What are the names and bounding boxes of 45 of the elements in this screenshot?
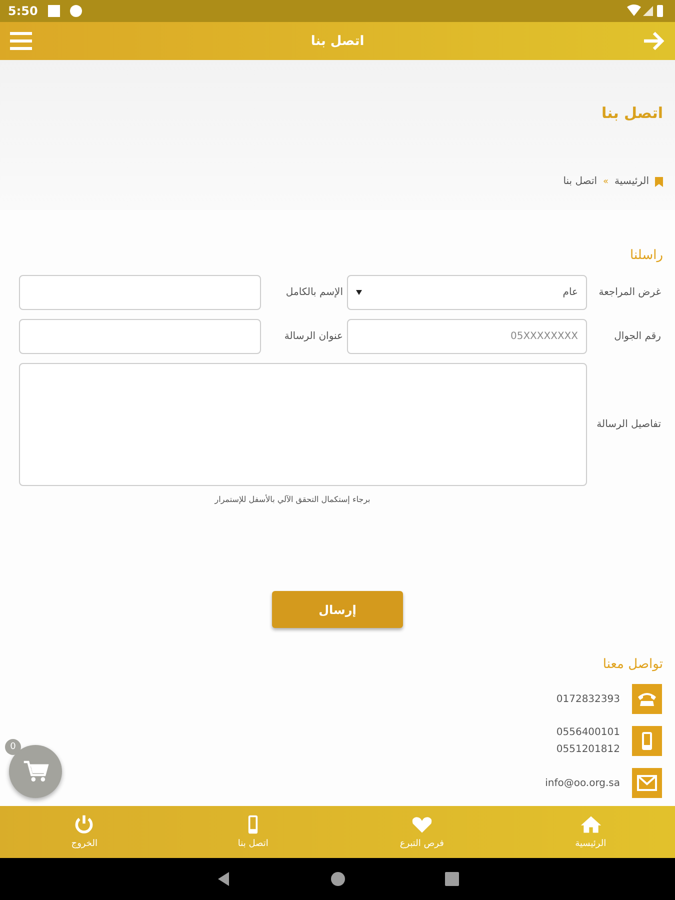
field-label: عنوان الرسالة bbox=[283, 331, 344, 342]
field-label: تفاصيل الرسالة bbox=[596, 419, 662, 430]
nav-tab[interactable]: الرئيسية bbox=[506, 806, 675, 858]
captcha-note: برجاء إستكمال التحقق الآلي بالأسفل للإستمرار bbox=[213, 495, 372, 504]
input-field[interactable] bbox=[19, 275, 261, 310]
arrow-right-icon[interactable] bbox=[642, 31, 665, 51]
breadcrumb-current: اتصل بنا bbox=[563, 176, 598, 187]
envelope-icon bbox=[632, 768, 662, 798]
page-title: اتصل بنا bbox=[600, 104, 663, 122]
phone-icon bbox=[632, 684, 662, 714]
nav-tab[interactable]: اتصل بنا bbox=[168, 806, 338, 858]
bookmark-icon bbox=[655, 176, 663, 186]
nav-tab[interactable]: الخروج bbox=[0, 806, 169, 858]
select-field[interactable]: عام bbox=[347, 275, 587, 310]
contact-text: info@oo.org.sa bbox=[545, 778, 620, 788]
nav-tab[interactable]: فرص التبرع bbox=[338, 806, 506, 858]
section-title: تواصل معنا bbox=[602, 656, 664, 672]
input-field[interactable]: 05XXXXXXXX bbox=[347, 319, 587, 354]
section-title: راسلنا bbox=[629, 247, 664, 263]
breadcrumb-separator: » bbox=[603, 176, 609, 186]
status-time: 5:50 bbox=[8, 4, 38, 18]
cart-icon bbox=[22, 760, 48, 783]
menu-icon[interactable] bbox=[10, 32, 32, 50]
heart-icon bbox=[410, 815, 433, 834]
mobile-icon bbox=[632, 726, 662, 756]
power-icon bbox=[73, 815, 96, 834]
textarea-field[interactable] bbox=[19, 363, 587, 486]
app-title: اتصل بنا bbox=[310, 34, 364, 48]
send-button[interactable]: إرسال bbox=[272, 591, 403, 628]
contact-text: 0556400101 bbox=[556, 727, 620, 738]
back-icon[interactable] bbox=[216, 871, 232, 887]
field-label: رقم الجوال bbox=[613, 331, 662, 342]
input-field[interactable] bbox=[19, 319, 261, 354]
notification-icon bbox=[70, 5, 82, 17]
caret-icon bbox=[356, 290, 362, 295]
field-label: غرض المراجعة bbox=[598, 287, 662, 298]
home-button-icon[interactable] bbox=[330, 871, 346, 887]
recents-icon[interactable] bbox=[444, 871, 460, 887]
breadcrumb-link[interactable]: الرئيسية bbox=[614, 176, 649, 187]
field-label: الإسم بالكامل bbox=[284, 287, 344, 298]
home-icon bbox=[580, 815, 602, 834]
contact-text: 0172832393 bbox=[556, 694, 620, 704]
cart-count: 0 bbox=[5, 739, 21, 755]
contact-text: 0551201812 bbox=[556, 744, 620, 755]
notification-icon bbox=[48, 5, 60, 17]
